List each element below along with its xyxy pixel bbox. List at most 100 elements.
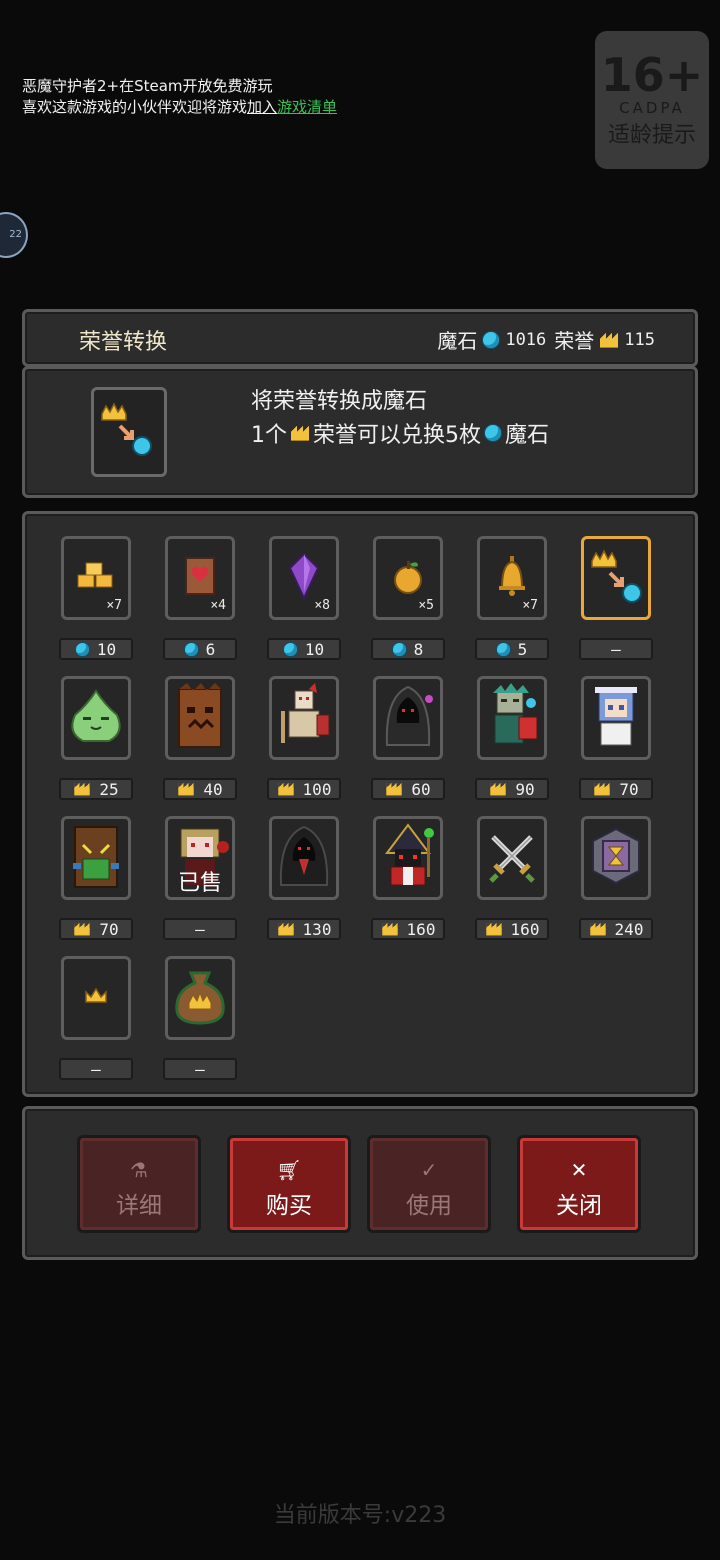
floating-assistant-ball[interactable]: 22 (0, 212, 28, 258)
elf-priestess-icon (585, 683, 647, 753)
shop-item-slot[interactable] (581, 676, 651, 760)
item-price-tag: 240 (579, 918, 653, 940)
wishlist-link[interactable]: 游戏清单 (277, 98, 337, 116)
item-price-value: 240 (614, 919, 644, 939)
skeleton-warrior-icon (273, 683, 335, 753)
shop-item-slot[interactable] (581, 536, 651, 620)
shop-item-slot[interactable] (61, 956, 131, 1040)
shop-header: 荣誉转换 魔石 1016 荣誉 115 (22, 309, 698, 367)
honor-to-gem-icon (91, 387, 167, 477)
announcement: 恶魔守护者2+在Steam开放免费游玩 喜欢这款游戏的小伙伴欢迎将游戏加入游戏清… (22, 76, 337, 118)
crown-icon (490, 783, 507, 795)
use-button-label: 使用 (406, 1193, 452, 1219)
shop-item-slot[interactable] (477, 676, 547, 760)
item-price-value: 25 (99, 779, 119, 799)
gem-icon (496, 642, 510, 656)
item-count: ×8 (314, 598, 330, 613)
shop-item-slot[interactable]: ×7 (477, 536, 547, 620)
item-price-tag: 60 (371, 778, 445, 800)
crown-icon (594, 783, 611, 795)
detail-button[interactable]: ⚗ 详细 (77, 1135, 201, 1233)
age-rating-label: 适龄提示 (607, 123, 696, 148)
info-desc-part-1: 1个 (251, 423, 287, 448)
gem-label: 魔石 (437, 329, 478, 353)
honor-value: 115 (624, 329, 655, 350)
hooded-reaper-icon (377, 683, 439, 753)
shop-item-slot[interactable] (373, 816, 443, 900)
honor-to-gem-icon (586, 541, 646, 615)
hourglass-frame-icon (589, 827, 643, 889)
shop-item-slot[interactable]: 已售 (165, 816, 235, 900)
shop-item-slot[interactable]: ×4 (165, 536, 235, 620)
item-price-value: — (195, 1059, 205, 1079)
shop-item-slot[interactable] (165, 676, 235, 760)
item-price-value: 8 (413, 639, 424, 659)
buy-button[interactable]: 🛒︎ 购买 (227, 1135, 351, 1233)
item-count: ×4 (210, 598, 226, 613)
shop-item-slot[interactable] (477, 816, 547, 900)
item-price-value: 10 (96, 639, 117, 659)
shop-item-slot[interactable]: ×7 (61, 536, 131, 620)
shop-item-slot[interactable] (373, 676, 443, 760)
item-price-tag: 10 (267, 638, 341, 660)
item-price-tag: 130 (267, 918, 341, 940)
item-price-tag: 5 (475, 638, 549, 660)
item-price-tag: 10 (59, 638, 133, 660)
bell-icon (494, 554, 530, 602)
purple-crystal-icon (286, 552, 322, 604)
shop-item-slot[interactable] (165, 956, 235, 1040)
zombie-knight-icon (481, 683, 543, 753)
red-sorcerer-icon (377, 823, 439, 893)
close-button[interactable]: ✕ 关闭 (517, 1135, 641, 1233)
gem-icon (75, 642, 89, 656)
page-title: 荣誉转换 (79, 330, 168, 355)
item-price-value: — (195, 919, 205, 939)
shop-item-slot[interactable] (269, 816, 339, 900)
tree-monster-icon (169, 683, 231, 753)
cart-icon: 🛒︎ (276, 1158, 302, 1182)
crown-icon (84, 986, 108, 1010)
forest-guardian-icon (65, 823, 127, 893)
dark-cultist-icon (273, 823, 335, 893)
item-price-tag: 90 (475, 778, 549, 800)
gem-icon (485, 425, 501, 441)
shop-item-slot[interactable]: ×8 (269, 536, 339, 620)
shop-item-slot[interactable]: ×5 (373, 536, 443, 620)
crown-icon (589, 923, 606, 935)
item-price-value: 6 (205, 639, 216, 659)
honor-bag-icon (173, 967, 227, 1029)
shop-item-slot[interactable] (61, 676, 131, 760)
info-title: 将荣誉转换成魔石 (251, 389, 428, 414)
use-button[interactable]: ✓ 使用 (367, 1135, 491, 1233)
item-price-value: 70 (619, 779, 639, 799)
announcement-text: 喜欢这款游戏的小伙伴欢迎将游戏 (22, 98, 248, 116)
shop-item-slot[interactable] (581, 816, 651, 900)
announcement-line-1: 恶魔守护者2+在Steam开放免费游玩 (22, 77, 273, 95)
close-button-label: 关闭 (556, 1193, 602, 1219)
honor-label: 荣誉 (554, 329, 595, 353)
item-count: ×5 (418, 598, 434, 613)
item-price-value: — (611, 639, 621, 659)
gold-bars-icon (74, 559, 118, 597)
flask-icon: ⚗ (130, 1158, 148, 1182)
item-info-panel: 将荣誉转换成魔石 1个 荣誉可以兑换5枚 魔石 (22, 366, 698, 498)
item-price-tag: 100 (267, 778, 341, 800)
age-rating-badge[interactable]: 16+ CADPA 适龄提示 (595, 31, 709, 169)
item-price-value: 10 (304, 639, 325, 659)
item-price-value: 90 (515, 779, 535, 799)
golden-apple-icon (390, 556, 426, 600)
crown-icon (291, 426, 309, 440)
gem-icon (483, 331, 500, 348)
shop-item-slot[interactable] (61, 816, 131, 900)
buy-button-label: 购买 (266, 1193, 312, 1219)
action-bar: ⚗ 详细 🛒︎ 购买 ✓ 使用 ✕ 关闭 (22, 1106, 698, 1260)
item-count: ×7 (522, 598, 538, 613)
gem-icon (392, 642, 406, 656)
item-price-value: 160 (406, 919, 436, 939)
currency-bar: 魔石 1016 荣誉 115 (437, 325, 657, 354)
item-price-tag: 160 (475, 918, 549, 940)
shop-item-slot[interactable] (269, 676, 339, 760)
gem-icon (184, 642, 198, 656)
join-link[interactable]: 加入 (247, 98, 277, 116)
age-rating-number: 16+ (600, 48, 704, 102)
